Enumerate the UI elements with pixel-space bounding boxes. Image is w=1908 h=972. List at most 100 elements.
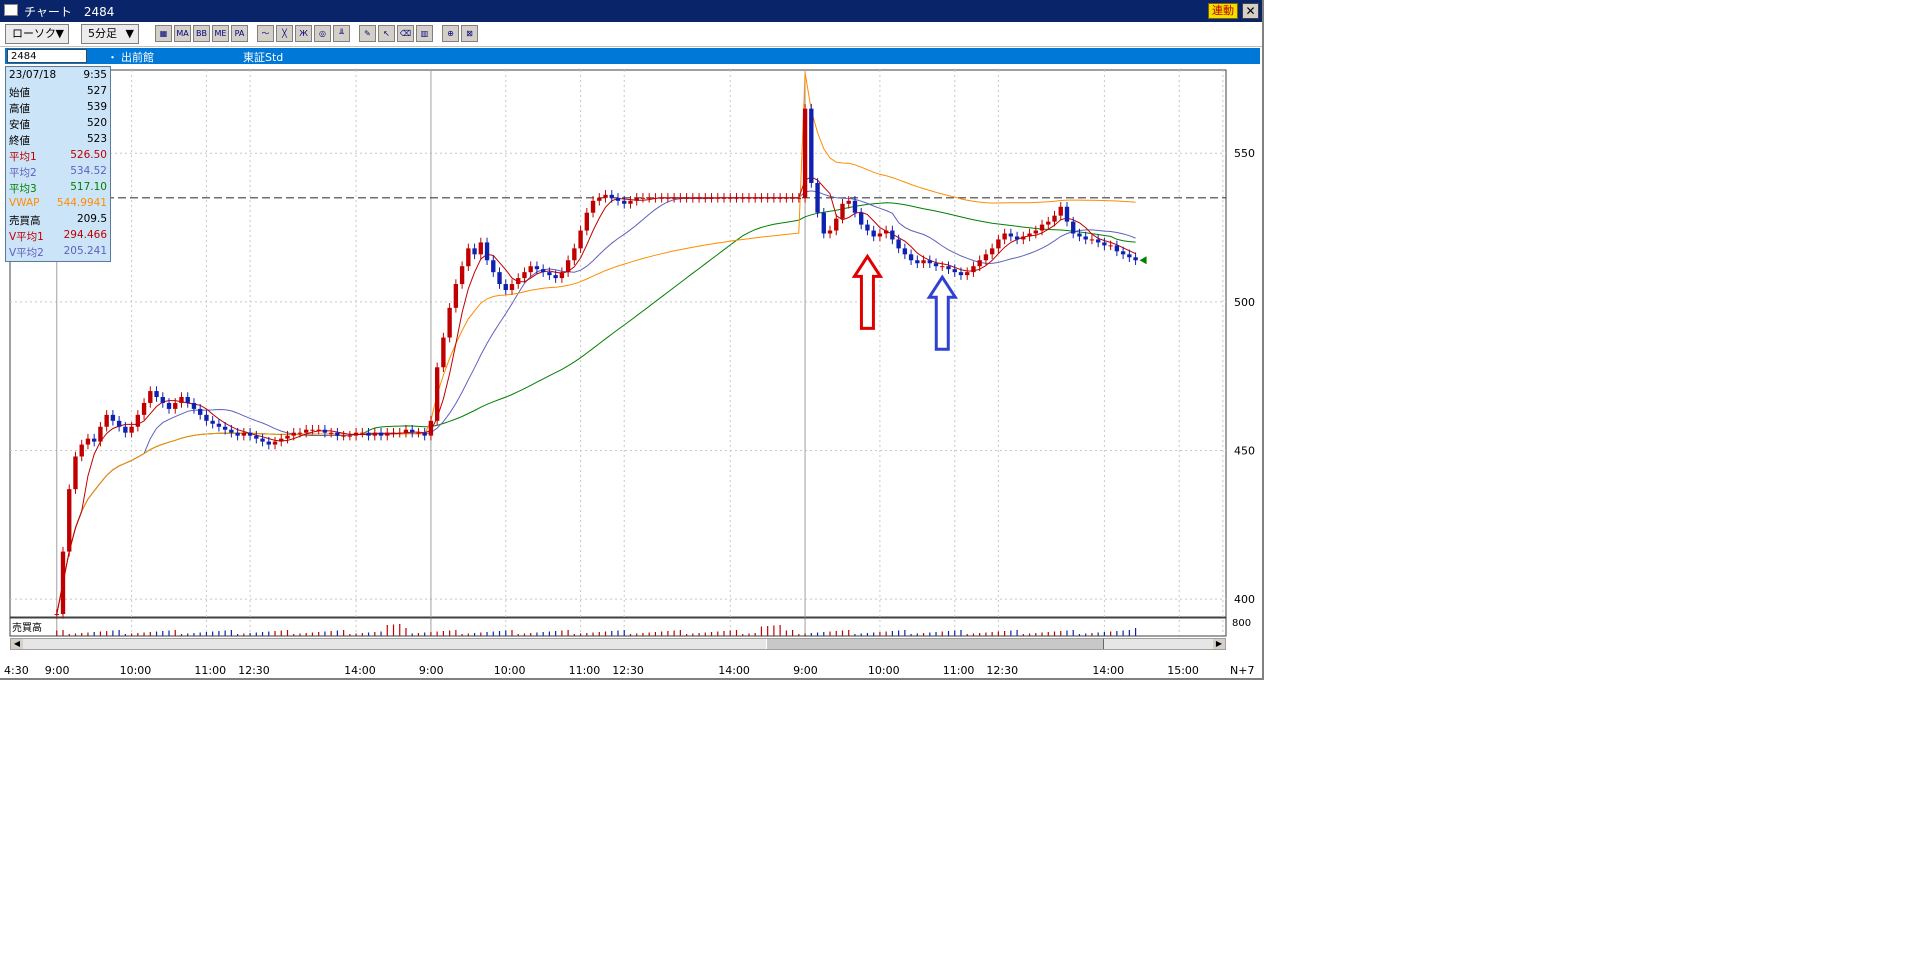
scroll-thumb[interactable] (766, 639, 1104, 649)
ohlc-label: VWAP (9, 197, 40, 209)
scroll-left-icon[interactable]: ◀ (11, 639, 23, 649)
cursor-icon[interactable]: ↖ (378, 25, 395, 42)
volume-bar (623, 630, 625, 636)
candle-body (372, 432, 377, 436)
magnify-icon[interactable]: ⊕ (442, 25, 459, 42)
volume-bar (823, 632, 825, 636)
candle-body (890, 230, 895, 240)
zoom-icon[interactable]: ◎ (314, 25, 331, 42)
scroll-right-icon[interactable]: ▶ (1213, 639, 1225, 649)
candle-body (634, 197, 639, 201)
eraser-icon[interactable]: ⌫ (397, 25, 414, 42)
candle-body (665, 197, 671, 199)
volume-bar (218, 631, 220, 636)
candle-body (1039, 224, 1045, 231)
horizontal-scrollbar[interactable]: ◀ ▶ (10, 638, 1226, 650)
ohlc-row: 安値 520 (9, 117, 107, 133)
link-button[interactable]: 連動 (1208, 3, 1238, 19)
chevron-down-icon: ▼ (55, 27, 64, 40)
volume-bar (1134, 628, 1137, 636)
candle-body (522, 272, 527, 279)
bb-icon[interactable]: BB (193, 25, 210, 42)
volume-bar (1072, 630, 1074, 636)
volume-bar (873, 632, 875, 636)
cross-line-icon[interactable]: ╳ (276, 25, 293, 42)
zigzag-icon[interactable]: Ж (295, 25, 312, 42)
volume-bar (735, 630, 738, 636)
me-icon[interactable]: ME (212, 25, 229, 42)
volume-bar (386, 625, 388, 636)
ohlc-value: 520 (86, 117, 107, 129)
candle-body (615, 197, 621, 201)
pa-icon[interactable]: PA (231, 25, 248, 42)
volume-bar (1097, 632, 1099, 636)
candle-body (1071, 221, 1076, 234)
candle-body (1014, 236, 1020, 240)
period-icon[interactable]: ╨ (333, 25, 350, 42)
candle-body (996, 239, 1001, 249)
candle-body (827, 230, 833, 234)
candle-body (1089, 239, 1095, 241)
volume-bar (174, 630, 176, 636)
candle-body (478, 242, 483, 255)
volume-bar (230, 630, 232, 636)
candle-body (796, 197, 802, 199)
y-tick-label: 450 (1234, 445, 1255, 458)
candle-body (578, 230, 583, 249)
volume-bar (261, 632, 264, 636)
volume-bar (149, 632, 151, 636)
pencil-icon[interactable]: ✎ (359, 25, 376, 42)
candle-body (1133, 257, 1138, 261)
chart-type-value: ローソク (12, 27, 56, 40)
price-chart[interactable]: 400 450 500 550 売買高 800 4:30 9:00 10:00 11:00 12:3… (0, 64, 1262, 678)
ohlc-label: 売買高 (9, 215, 41, 227)
candle-body (453, 284, 459, 308)
ma-icon[interactable]: MA (174, 25, 191, 42)
volume-bar (399, 624, 401, 636)
ohlc-row: 高値 539 (9, 101, 107, 117)
chart-type-select[interactable]: ローソク ▼ (5, 24, 69, 44)
candle-body (222, 426, 228, 430)
volume-bar (1004, 631, 1006, 636)
candle-body (1064, 206, 1070, 222)
ohlc-value: 205.241 (63, 245, 107, 257)
candle-body (491, 260, 496, 273)
candle-body (378, 432, 384, 436)
volume-bar (436, 631, 438, 636)
candle-body (191, 402, 197, 409)
volume-bar (561, 630, 563, 636)
x-tick-label: 10:00 (494, 664, 526, 677)
candle-body (447, 307, 452, 338)
candle-body (902, 248, 908, 255)
candle-body (572, 248, 577, 261)
reset-icon[interactable]: ⊠ (461, 25, 478, 42)
candle-body (179, 397, 184, 403)
line-icon[interactable]: 〜 (257, 25, 274, 42)
x-tick-label: 12:30 (612, 664, 644, 677)
volume-bar (212, 631, 214, 636)
title-bar[interactable]: チャート 2484 連動 ✕ (0, 0, 1262, 22)
candle-body (753, 197, 758, 199)
candle-body (958, 272, 964, 276)
close-button[interactable]: ✕ (1242, 3, 1259, 19)
candle-body (821, 212, 826, 234)
candle-settings-icon[interactable]: ▦ (155, 25, 172, 42)
volume-bar (904, 630, 906, 636)
volume-bar (841, 630, 844, 636)
ohlc-value: 527 (86, 85, 107, 97)
candle-body (846, 200, 851, 204)
candle-body (272, 441, 278, 445)
interval-select[interactable]: 5分足 ▼ (81, 24, 139, 44)
ohlc-value: 544.9941 (56, 197, 107, 209)
candle-body (347, 435, 353, 437)
trash-icon[interactable]: ▥ (416, 25, 433, 42)
volume-bar (885, 631, 887, 636)
volume-bar (56, 630, 58, 636)
candle-body (690, 197, 696, 199)
volume-bar (224, 630, 226, 636)
ohlc-value: 523 (86, 133, 107, 145)
stock-code-input[interactable] (7, 49, 87, 63)
volume-bar (760, 626, 763, 636)
x-tick-label: N+7 (1230, 664, 1254, 677)
candle-body (422, 432, 427, 436)
